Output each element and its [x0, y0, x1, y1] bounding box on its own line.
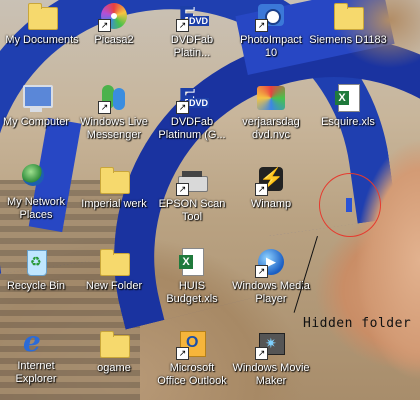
- desktop-icon-dvdfab-platin[interactable]: F DVD ↗ DVDFab Platin...: [150, 0, 234, 72]
- icon-label: HUIS Budget.xls: [166, 280, 218, 305]
- desktop-icon-epson-scan-tool[interactable]: ↗ EPSON Scan Tool: [150, 164, 234, 236]
- desktop-icon-windows-live-messenger[interactable]: ↗ Windows Live Messenger: [72, 82, 156, 154]
- icon-label: Microsoft Office Outlook: [157, 362, 227, 387]
- icon-label: Recycle Bin: [6, 280, 66, 292]
- folder-icon: [98, 164, 130, 196]
- desktop-icon-picasa2[interactable]: ↗ Picasa2: [72, 0, 156, 72]
- desktop-icon-windows-movie-maker[interactable]: ↗ Windows Movie Maker: [229, 328, 313, 400]
- excel-icon: X: [176, 246, 208, 278]
- winamp-icon: ⚡ ↗: [255, 164, 287, 196]
- dvdfab-icon: F DVD ↗: [176, 2, 210, 32]
- icon-label: DVDFab Platinum (G...: [158, 116, 226, 141]
- desktop-icon-my-network-places[interactable]: My Network Places: [0, 162, 78, 234]
- network-icon: [20, 162, 52, 194]
- desktop-icon-verjaarsdag-dvd[interactable]: verjaarsdag dvd.nvc: [229, 82, 313, 154]
- icon-label: EPSON Scan Tool: [158, 198, 226, 223]
- icon-label: Winamp: [250, 198, 292, 210]
- media-player-icon: ↗: [255, 246, 287, 278]
- desktop-icon-photoimpact[interactable]: ↗ PhotoImpact 10: [229, 0, 313, 72]
- desktop-icon-esquire[interactable]: X Esquire.xls: [306, 82, 390, 154]
- desktop-icon-recycle-bin[interactable]: Recycle Bin: [0, 246, 78, 318]
- desktop-icon-dvdfab-platinum-g[interactable]: F DVD ↗ DVDFab Platinum (G...: [150, 82, 234, 154]
- desktop-icon-my-computer[interactable]: My Computer: [0, 82, 78, 154]
- excel-icon: X: [332, 82, 364, 114]
- desktop-icon-winamp[interactable]: ⚡ ↗ Winamp: [229, 164, 313, 236]
- picasa-icon: ↗: [98, 0, 130, 32]
- desktop-icon-new-folder[interactable]: New Folder: [72, 246, 156, 318]
- icon-label: Picasa2: [94, 34, 134, 46]
- camera-icon: ↗: [255, 0, 287, 32]
- computer-icon: [20, 82, 53, 114]
- icon-label: My Network Places: [6, 196, 66, 221]
- icon-label: My Computer: [2, 116, 70, 128]
- folder-documents-icon: [26, 0, 58, 32]
- outlook-icon: ↗: [176, 328, 208, 360]
- icon-label: PhotoImpact 10: [240, 34, 302, 59]
- icon-label: Windows Movie Maker: [232, 362, 310, 387]
- icon-label: Esquire.xls: [321, 116, 375, 128]
- desktop-icon-microsoft-office-outlook[interactable]: ↗ Microsoft Office Outlook: [150, 328, 234, 400]
- dvdfab-icon: F DVD ↗: [176, 84, 210, 114]
- icon-label: Internet Explorer: [15, 360, 57, 385]
- desktop-icon-ogame[interactable]: ogame: [72, 328, 156, 400]
- scanner-icon: ↗: [176, 164, 208, 196]
- icon-label: Siemens D1183: [309, 34, 387, 46]
- icon-label: Windows Live Messenger: [80, 116, 148, 141]
- desktop-icon-imperial-werk[interactable]: Imperial werk: [72, 164, 156, 236]
- desktop-icon-internet-explorer[interactable]: e Internet Explorer: [0, 326, 78, 398]
- annotation-label: Hidden folder: [303, 316, 412, 331]
- folder-icon: [98, 246, 130, 278]
- desktop-icon-windows-media-player[interactable]: ↗ Windows Media Player: [229, 246, 313, 318]
- annotation-circle: [319, 173, 381, 237]
- folder-icon: [98, 328, 130, 360]
- icon-label: verjaarsdag dvd.nvc: [242, 116, 300, 141]
- messenger-icon: ↗: [98, 82, 130, 114]
- icon-label: Imperial werk: [81, 198, 147, 210]
- icon-label: DVDFab Platin...: [170, 34, 214, 59]
- recycle-bin-icon: [20, 246, 52, 278]
- icon-label: New Folder: [85, 280, 143, 292]
- desktop-icon-huis-budget[interactable]: X HUIS Budget.xls: [150, 246, 234, 318]
- nero-video-icon: [255, 82, 287, 114]
- movie-maker-icon: ↗: [255, 328, 287, 360]
- internet-explorer-icon: e: [23, 325, 41, 358]
- folder-icon: [332, 0, 364, 32]
- desktop-icon-siemens-d1183[interactable]: Siemens D1183: [306, 0, 390, 72]
- icon-label: ogame: [97, 362, 131, 374]
